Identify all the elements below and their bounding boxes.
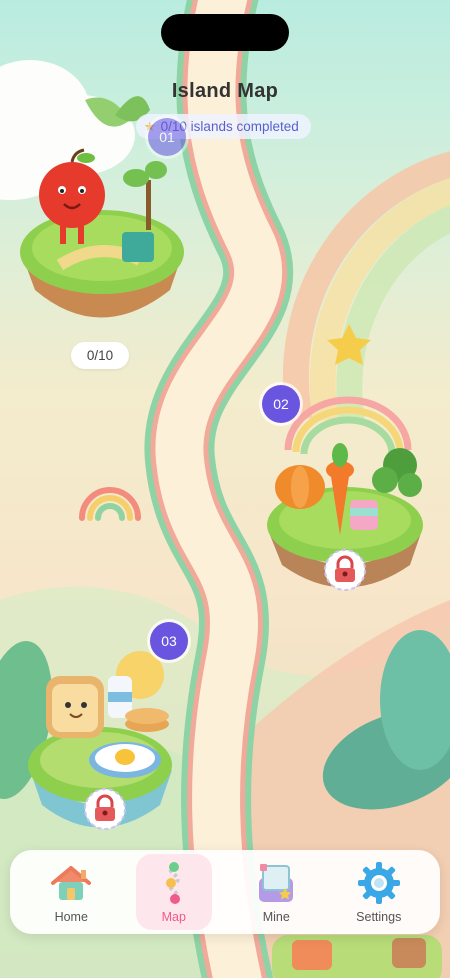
tab-map-label: Map xyxy=(161,910,186,924)
island-badge-02[interactable]: 02 xyxy=(262,385,300,423)
device-notch xyxy=(161,14,289,51)
island-badge-03[interactable]: 03 xyxy=(150,622,188,660)
page-title: Island Map xyxy=(171,80,279,102)
tab-settings[interactable]: Settings xyxy=(341,854,417,930)
tab-map[interactable]: Map xyxy=(135,854,212,930)
tab-mine[interactable]: Mine xyxy=(238,854,314,930)
bottom-tab-bar: Home Map Mine Settings xyxy=(10,850,440,934)
tab-home-label: Home xyxy=(54,910,88,924)
lock-icon xyxy=(324,549,366,591)
tab-home[interactable]: Home xyxy=(33,854,109,930)
home-icon xyxy=(51,866,92,900)
gear-icon xyxy=(357,862,400,904)
small-rainbow-decoration xyxy=(79,487,141,521)
map-icon xyxy=(165,862,180,904)
lock-icon xyxy=(84,788,126,830)
island-fruit[interactable] xyxy=(18,145,186,330)
tab-mine-label: Mine xyxy=(262,910,290,924)
tab-settings-label: Settings xyxy=(356,910,402,924)
island-progress-count: 0/10 xyxy=(71,342,129,369)
rainbow-decoration xyxy=(282,151,450,423)
island-next-illustration xyxy=(272,935,442,978)
mine-icon xyxy=(259,864,294,902)
winding-path xyxy=(144,0,294,978)
